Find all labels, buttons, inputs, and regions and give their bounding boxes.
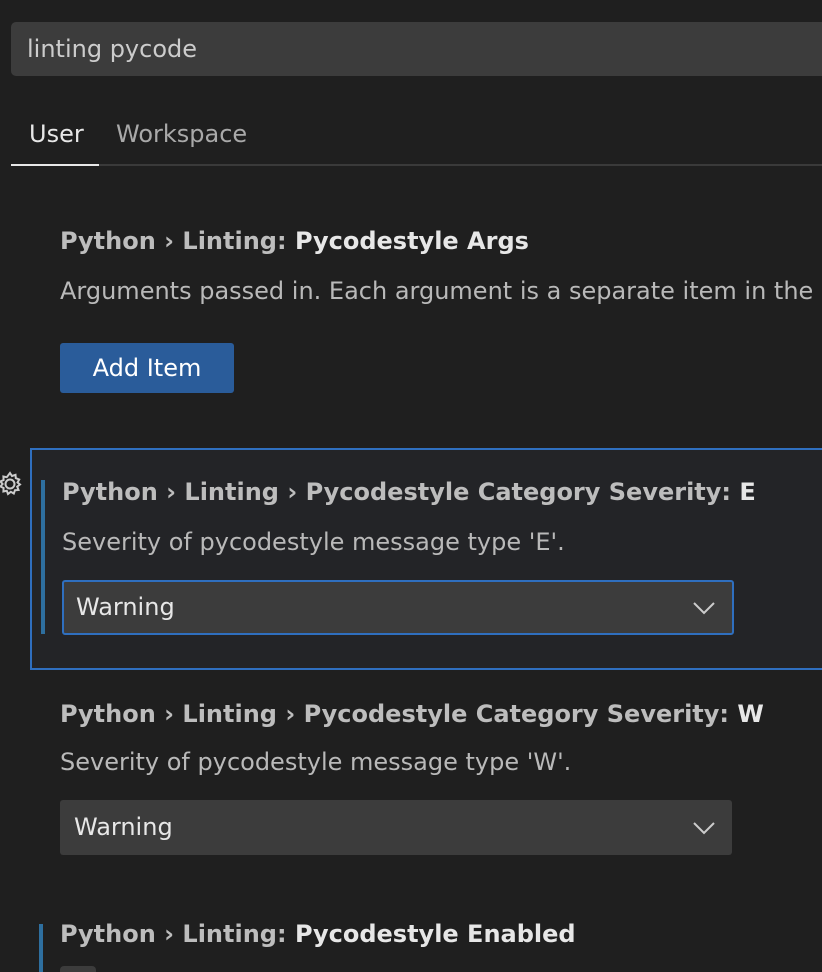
setting-description: Severity of pycodestyle message type 'E'…: [62, 528, 565, 556]
setting-description: Arguments passed in. Each argument is a …: [60, 277, 822, 305]
select-value: Warning: [76, 593, 175, 621]
chevron-down-icon: [693, 821, 715, 834]
setting-title-leaf: W: [737, 700, 764, 728]
setting-title-prefix: Python › Linting:: [60, 227, 295, 255]
settings-search-input[interactable]: linting pycode: [11, 22, 822, 76]
modified-indicator: [41, 480, 45, 634]
tab-user[interactable]: User: [11, 110, 99, 166]
modified-indicator: [39, 924, 43, 972]
select-value: Warning: [74, 813, 173, 841]
severity-e-select[interactable]: Warning: [62, 580, 734, 635]
pycodestyle-enabled-checkbox[interactable]: [60, 966, 96, 972]
tab-workspace[interactable]: Workspace: [116, 110, 247, 166]
setting-title: Python › Linting › Pycodestyle Category …: [60, 700, 764, 728]
search-input-value: linting pycode: [27, 35, 198, 63]
setting-title-prefix: Python › Linting:: [60, 920, 295, 948]
setting-pycodestyle-args: Python › Linting: Pycodestyle Args Argum…: [30, 215, 822, 415]
setting-title: Python › Linting: Pycodestyle Args: [60, 227, 529, 255]
setting-title-leaf: Pycodestyle Args: [294, 227, 529, 255]
setting-pycodestyle-enabled: Python › Linting: Pycodestyle Enabled: [30, 908, 822, 972]
setting-pycodestyle-severity-w: Python › Linting › Pycodestyle Category …: [30, 688, 822, 868]
setting-title-leaf: E: [739, 478, 756, 506]
setting-description: Severity of pycodestyle message type 'W'…: [60, 748, 572, 776]
settings-editor: linting pycode User Workspace Python › L…: [0, 0, 822, 972]
severity-w-select[interactable]: Warning: [60, 800, 732, 855]
setting-title-prefix: Python › Linting › Pycodestyle Category …: [60, 700, 738, 728]
setting-title: Python › Linting: Pycodestyle Enabled: [60, 920, 576, 948]
settings-scope-tabs: User Workspace: [11, 110, 822, 166]
setting-title-prefix: Python › Linting › Pycodestyle Category …: [62, 478, 740, 506]
tab-user-label: User: [29, 120, 84, 148]
gear-icon[interactable]: [0, 470, 24, 498]
tab-workspace-label: Workspace: [116, 120, 248, 148]
setting-title-leaf: Pycodestyle Enabled: [294, 920, 576, 948]
setting-title: Python › Linting › Pycodestyle Category …: [62, 478, 756, 506]
add-item-button[interactable]: Add Item: [60, 343, 234, 393]
chevron-down-icon: [693, 601, 715, 614]
setting-pycodestyle-severity-e[interactable]: Python › Linting › Pycodestyle Category …: [30, 448, 822, 670]
